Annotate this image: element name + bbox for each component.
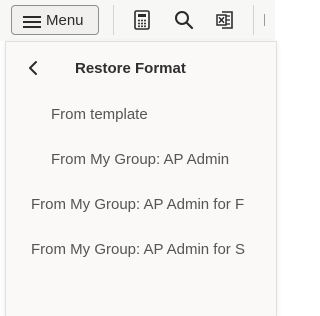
menu-item-my-group-ap-admin-for-f[interactable]: From My Group: AP Admin for F bbox=[6, 187, 276, 223]
search-icon[interactable] bbox=[172, 8, 196, 32]
menu-item-label: From My Group: AP Admin for F bbox=[31, 196, 245, 213]
back-button[interactable] bbox=[20, 55, 46, 81]
menu-item-label: From template bbox=[51, 106, 148, 123]
panel-title: Restore Format bbox=[75, 60, 186, 77]
overflow-indicator bbox=[264, 14, 265, 26]
excel-export-icon[interactable] bbox=[213, 8, 237, 32]
chevron-left-icon bbox=[29, 61, 37, 75]
menu-button[interactable]: Menu bbox=[11, 5, 99, 35]
menu-item-my-group-ap-admin-for-s[interactable]: From My Group: AP Admin for S bbox=[6, 232, 276, 268]
menu-button-label: Menu bbox=[46, 12, 84, 29]
toolbar-divider bbox=[113, 5, 114, 35]
menu-item-my-group-ap-admin[interactable]: From My Group: AP Admin bbox=[6, 142, 276, 178]
menu-item-label: From My Group: AP Admin bbox=[51, 151, 230, 168]
menu-item-from-template[interactable]: From template bbox=[6, 97, 276, 133]
toolbar-divider bbox=[253, 5, 254, 35]
menu-item-label: From My Group: AP Admin for S bbox=[31, 241, 245, 258]
hamburger-icon bbox=[23, 16, 41, 28]
restore-format-panel: Restore Format From template From My Gro… bbox=[5, 41, 277, 316]
calculator-icon[interactable] bbox=[130, 8, 154, 32]
toolbar: Menu bbox=[0, 0, 275, 41]
